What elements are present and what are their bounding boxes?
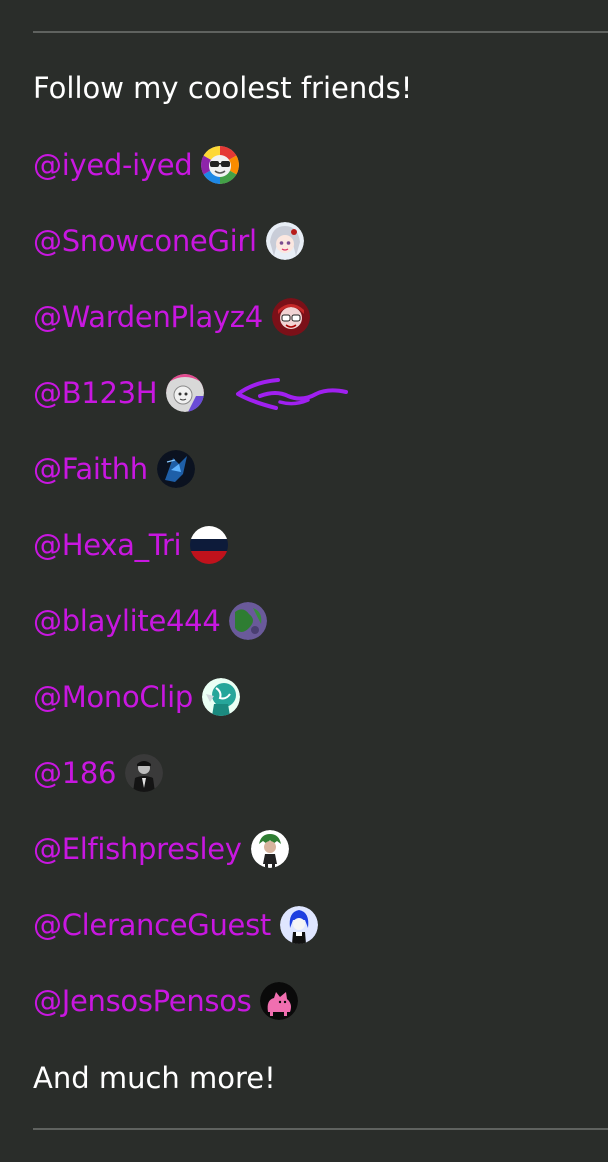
friend-item: @Hexa_Tri	[33, 525, 229, 565]
friend-link[interactable]: @Elfishpresley	[33, 829, 242, 869]
friend-item: @186	[33, 753, 164, 793]
friend-link[interactable]: @JensosPensos	[33, 981, 252, 1021]
anime-girl-avatar-icon[interactable]	[265, 222, 304, 260]
friend-item: @B123H	[33, 373, 205, 413]
intro-text: Follow my coolest friends!	[33, 71, 413, 105]
top-divider	[33, 31, 608, 33]
dark-blue-avatar-icon[interactable]	[156, 450, 195, 488]
friend-item: @WardenPlayz4	[33, 297, 310, 337]
russian-flag-avatar-icon[interactable]	[190, 526, 229, 564]
friend-item: @CleranceGuest	[33, 905, 318, 945]
friend-item: @blaylite444	[33, 601, 268, 641]
teal-globe-avatar-icon[interactable]	[201, 678, 240, 716]
friend-item: @MonoClip	[33, 677, 240, 717]
friend-item: @SnowconeGirl	[33, 221, 304, 261]
friend-link[interactable]: @blaylite444	[33, 601, 221, 641]
friend-item: @JensosPensos	[33, 981, 299, 1021]
friend-link[interactable]: @Hexa_Tri	[33, 525, 182, 565]
pink-grey-avatar-icon[interactable]	[166, 374, 205, 412]
outro-text: And much more!	[33, 1061, 276, 1095]
rainbow-sunglasses-avatar-icon[interactable]	[201, 146, 240, 184]
friend-link[interactable]: @186	[33, 753, 116, 793]
pink-cat-avatar-icon[interactable]	[260, 982, 299, 1020]
friend-link[interactable]: @CleranceGuest	[33, 905, 271, 945]
green-hair-character-avatar-icon[interactable]	[250, 830, 289, 868]
friend-link[interactable]: @WardenPlayz4	[33, 297, 263, 337]
arrow-annotation-icon	[236, 378, 348, 410]
friend-link[interactable]: @MonoClip	[33, 677, 193, 717]
red-character-avatar-icon[interactable]	[271, 298, 310, 336]
friend-link[interactable]: @SnowconeGirl	[33, 221, 257, 261]
friend-item: @Faithh	[33, 449, 195, 489]
friend-item: @iyed-iyed	[33, 145, 240, 185]
bottom-divider	[33, 1128, 608, 1130]
friend-item: @Elfishpresley	[33, 829, 289, 869]
friend-link[interactable]: @iyed-iyed	[33, 145, 193, 185]
friend-link[interactable]: @Faithh	[33, 449, 148, 489]
blue-hair-character-avatar-icon[interactable]	[279, 906, 318, 944]
friend-link[interactable]: @B123H	[33, 373, 158, 413]
purple-green-avatar-icon[interactable]	[229, 602, 268, 640]
suited-man-avatar-icon[interactable]	[125, 754, 164, 792]
